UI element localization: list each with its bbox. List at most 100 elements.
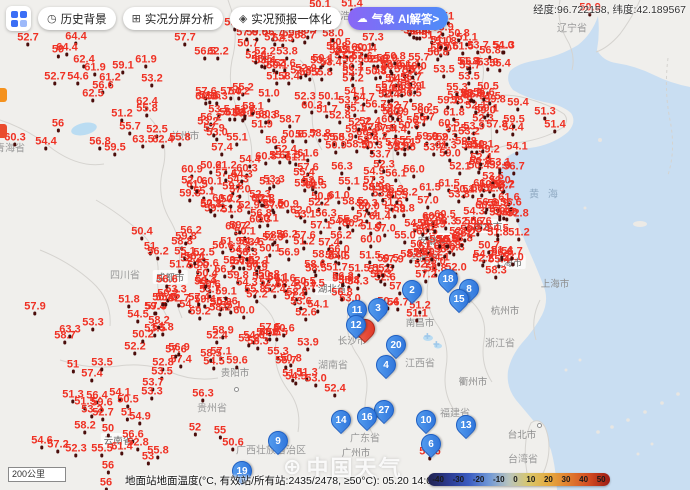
temp-reading: 53.3	[82, 318, 103, 329]
temp-reading: 56	[52, 119, 64, 130]
temp-reading: 54.3	[195, 275, 216, 286]
map-label-region: 湖南省	[318, 357, 348, 372]
temp-reading: 52.7	[92, 408, 113, 419]
temp-reading: 52.4	[378, 90, 399, 101]
temp-reading: 54.9	[424, 220, 445, 231]
temp-reading: 54.3	[231, 170, 252, 181]
map-label-region: 四川省	[110, 267, 140, 282]
temp-reading: 63.5	[132, 135, 153, 146]
temp-reading: 52.0	[489, 161, 510, 172]
city-marker	[537, 423, 542, 428]
temp-reading: 58.3	[485, 266, 506, 277]
apps-grid-button[interactable]	[6, 6, 31, 31]
temp-reading: 61.0	[328, 191, 349, 202]
history-background-button[interactable]: ◷ 历史背景	[38, 7, 116, 30]
temp-reading: 59.5	[503, 115, 524, 126]
temp-reading: 51.7	[462, 185, 483, 196]
temp-reading: 50.1	[257, 214, 278, 225]
temp-reading: 52.3	[65, 444, 86, 455]
temp-reading: 58.7	[54, 331, 75, 342]
scale-tick-label: -30	[453, 475, 465, 484]
temp-reading: 52.8	[507, 209, 528, 220]
warning-marker-orange[interactable]	[0, 88, 7, 102]
temp-reading: 53.9	[297, 338, 318, 349]
temp-reading: 52.4	[264, 285, 285, 296]
temp-reading: 56.8	[265, 136, 286, 147]
temp-reading: 57.9	[24, 302, 45, 313]
temp-reading: 55.1	[338, 177, 359, 188]
temp-reading: 56.2	[147, 247, 168, 258]
temp-reading: 58.5	[429, 235, 450, 246]
temp-reading: 56.1	[184, 252, 205, 263]
map-label-region: 台湾省	[508, 451, 538, 466]
temp-reading: 51.4	[544, 120, 565, 131]
scale-tick-label: 50	[597, 475, 606, 484]
legend-title: 地面站地面温度(°C, 有效站/所有站:2435/2478, ≥50°C): 0…	[125, 473, 460, 488]
temp-reading: 58.5	[200, 349, 221, 360]
temp-reading: 59.1	[477, 104, 498, 115]
live-splitscreen-analysis-button[interactable]: ⊞ 实况分屏分析	[123, 7, 223, 30]
temp-reading: 59.1	[112, 61, 133, 72]
scale-tick-label: 20	[544, 475, 553, 484]
temp-reading: 53.6	[290, 297, 311, 308]
temp-reading: 52.8	[127, 438, 148, 449]
temp-reading: 54.7	[353, 93, 374, 104]
temp-reading: 51.5	[303, 279, 324, 290]
temp-reading: 57.0	[220, 87, 241, 98]
temp-reading: 57.4	[264, 33, 285, 44]
temp-reading: 56.3	[192, 389, 213, 400]
temp-reading: 53.5	[433, 65, 454, 76]
temp-reading: 56.3	[459, 57, 480, 68]
map-scale-bar: 200公里	[8, 467, 66, 482]
temp-reading: 53	[142, 452, 154, 463]
temp-reading: 54.6	[67, 72, 88, 83]
scale-tick-label: 30	[562, 475, 571, 484]
temp-reading: 56.6	[476, 198, 497, 209]
map-label-region: 广东省	[350, 430, 380, 445]
temp-reading: 55.0	[394, 231, 415, 242]
temp-reading: 51.2	[508, 228, 529, 239]
temperature-color-scale: -40-30-20-1001020304050	[428, 473, 610, 486]
temp-reading: 56.7	[501, 247, 522, 258]
button-label: 实况分屏分析	[145, 11, 214, 27]
temp-reading: 56.5	[463, 90, 484, 101]
temp-reading: 51.1	[406, 309, 427, 320]
temp-reading: 55.7	[119, 122, 140, 133]
temp-reading: 57.4	[188, 293, 209, 304]
temp-reading: 56.7	[406, 116, 427, 127]
temp-reading: 51.2	[421, 248, 442, 259]
map-label-region: 江西省	[405, 355, 435, 370]
temp-reading: 50	[102, 424, 114, 435]
temp-reading: 59.4	[507, 98, 528, 109]
temp-reading: 53.2	[238, 334, 259, 345]
temp-reading: 50.1	[472, 140, 493, 151]
temp-reading: 50.5	[117, 395, 138, 406]
weather-ai-answer-button[interactable]: ☁ 气象 AI解答>	[348, 7, 448, 30]
temp-reading: 59	[52, 45, 64, 56]
temp-reading: 55.9	[337, 215, 358, 226]
temp-reading: 56.1	[385, 169, 406, 180]
temp-reading: 50.1	[266, 61, 287, 72]
temp-reading: 52.9	[262, 233, 283, 244]
temp-reading: 62.5	[82, 89, 103, 100]
temp-reading: 55.7	[408, 53, 429, 64]
temp-reading: 53.7	[423, 143, 444, 154]
sea-area	[501, 16, 690, 490]
scale-tick-label: -40	[432, 475, 444, 484]
temp-reading: 57.0	[417, 196, 438, 207]
temp-reading: 59.2	[229, 221, 250, 232]
temp-reading: 53.7	[342, 67, 363, 78]
temp-reading: 57.2	[263, 201, 284, 212]
temp-reading: 55.8	[244, 285, 265, 296]
temp-reading: 55	[214, 426, 226, 437]
temp-reading: 51.7	[234, 105, 255, 116]
live-forecast-integration-button[interactable]: ◈ 实况预报一体化	[230, 7, 341, 30]
temp-reading: 50.4	[131, 227, 152, 238]
warning-marker-red[interactable]	[0, 124, 7, 138]
temp-reading: 58.6	[304, 260, 325, 271]
temp-reading: 56.2	[330, 231, 351, 242]
temp-reading: 59.2	[189, 307, 210, 318]
temp-reading: 55.7	[275, 356, 296, 367]
temp-reading: 57.6	[165, 345, 186, 356]
temp-reading: 50.5	[377, 254, 398, 265]
